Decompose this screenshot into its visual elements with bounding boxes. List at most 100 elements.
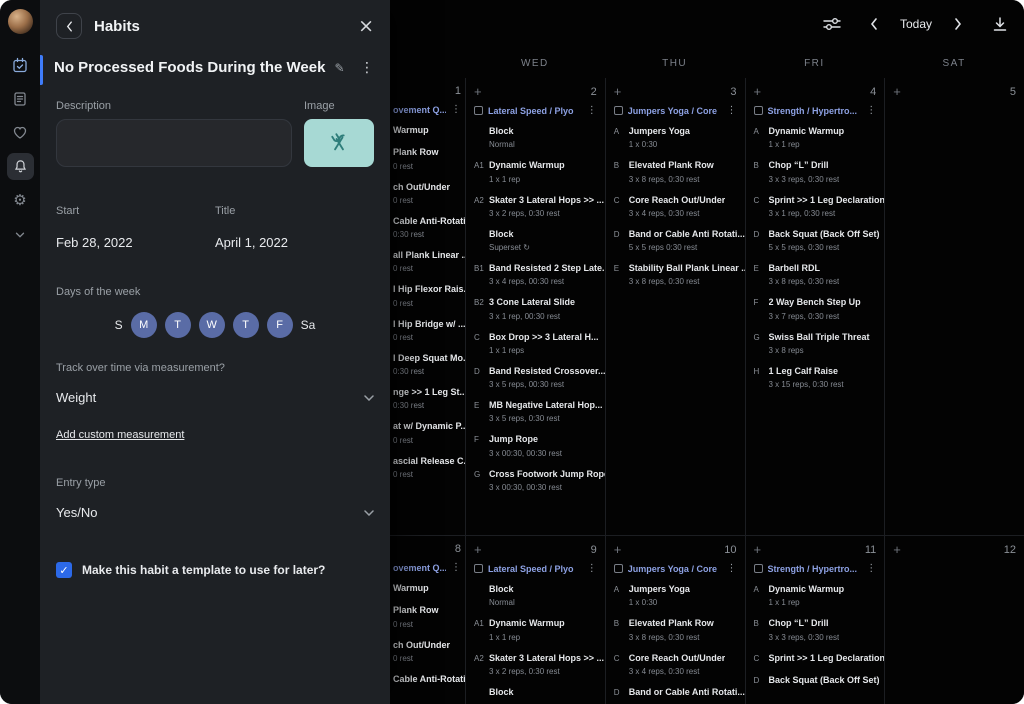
day-toggle-3[interactable]: W <box>199 312 225 338</box>
day-cell[interactable]: +12 <box>884 536 1024 704</box>
workout-title[interactable]: Jumpers Yoga / Core <box>628 106 722 116</box>
exercise-item[interactable]: A1Dynamic Warmup1 x 1 rep <box>474 160 597 183</box>
exercise-item[interactable]: CBox Drop >> 3 Lateral H...1 x 1 reps <box>474 332 597 355</box>
workout-menu-icon[interactable]: ⋮ <box>587 563 597 574</box>
workout-checkbox[interactable] <box>614 106 623 115</box>
add-workout-button[interactable]: + <box>893 85 901 98</box>
chevron-left-icon[interactable] <box>864 14 884 34</box>
day-toggle-4[interactable]: T <box>233 312 259 338</box>
exercise-item[interactable]: BChop “L” Drill3 x 3 reps, 0:30 rest <box>754 618 877 641</box>
document-icon[interactable] <box>7 85 34 112</box>
exercise-item[interactable]: DBack Squat (Back Off Set) <box>754 675 877 686</box>
workout-menu-icon[interactable]: ⋮ <box>587 105 597 116</box>
workout-checkbox[interactable] <box>474 106 483 115</box>
exercise-item[interactable]: Warmup <box>393 583 461 594</box>
close-icon[interactable]: × <box>358 17 374 36</box>
exercise-item[interactable]: EStability Ball Plank Linear ...3 x 8 re… <box>614 263 737 286</box>
exercise-item[interactable]: BlockNormal <box>474 126 597 149</box>
exercise-item[interactable]: CSprint >> 1 Leg Declarations <box>754 653 877 664</box>
exercise-item[interactable]: all Plank Linear ...0 rest <box>393 250 461 273</box>
exercise-item[interactable]: A2Skater 3 Lateral Hops >> ...3 x 2 reps… <box>474 653 597 676</box>
back-button[interactable] <box>56 13 82 39</box>
chevron-down-icon[interactable] <box>7 221 34 248</box>
exercise-item[interactable]: Cable Anti-Rotati... <box>393 674 461 685</box>
exercise-item[interactable]: l Deep Squat Mo...0:30 rest <box>393 353 461 376</box>
today-button[interactable]: Today <box>900 17 932 31</box>
add-workout-button[interactable]: + <box>754 85 762 98</box>
exercise-item[interactable]: BElevated Plank Row3 x 8 reps, 0:30 rest <box>614 618 737 641</box>
description-input[interactable] <box>56 119 292 167</box>
download-icon[interactable] <box>990 14 1010 34</box>
exercise-item[interactable]: EBarbell RDL3 x 8 reps, 0:30 rest <box>754 263 877 286</box>
exercise-item[interactable]: Plank Row0 rest <box>393 605 461 628</box>
filters-icon[interactable] <box>822 14 842 34</box>
day-cell[interactable]: 8ovement Q...⋮WarmupPlank Row0 restch Ou… <box>390 536 465 704</box>
add-workout-button[interactable]: + <box>614 543 622 556</box>
day-toggle-2[interactable]: T <box>165 312 191 338</box>
exercise-item[interactable]: GCross Footwork Jump Rope3 x 00:30, 00:3… <box>474 469 597 492</box>
exercise-item[interactable]: A2Skater 3 Lateral Hops >> ...3 x 2 reps… <box>474 195 597 218</box>
workout-menu-icon[interactable]: ⋮ <box>727 105 737 116</box>
add-workout-button[interactable]: + <box>754 543 762 556</box>
workout-checkbox[interactable] <box>754 106 763 115</box>
exercise-item[interactable]: CSprint >> 1 Leg Declarations3 x 1 rep, … <box>754 195 877 218</box>
exercise-item[interactable]: Plank Row0 rest <box>393 147 461 170</box>
exercise-item[interactable]: FJump Rope3 x 00:30, 00:30 rest <box>474 434 597 457</box>
exercise-item[interactable]: H1 Leg Calf Raise3 x 15 reps, 0:30 rest <box>754 366 877 389</box>
exercise-item[interactable]: Warmup <box>393 125 461 136</box>
day-cell[interactable]: 1ovement Q...⋮WarmupPlank Row0 restch Ou… <box>390 78 465 535</box>
exercise-item[interactable]: EMB Negative Lateral Hop...3 x 5 reps, 0… <box>474 400 597 423</box>
exercise-item[interactable]: BlockSuperset ↻ <box>474 229 597 252</box>
exercise-item[interactable]: DBand or Cable Anti Rotati...5 x 5 reps … <box>614 229 737 252</box>
exercise-item[interactable]: AJumpers Yoga1 x 0:30 <box>614 584 737 607</box>
day-cell[interactable]: +2Lateral Speed / Plyo⋮BlockNormalA1Dyna… <box>465 78 605 535</box>
exercise-item[interactable]: l Hip Bridge w/ ...0 rest <box>393 319 461 342</box>
entry-type-select[interactable]: Yes/No <box>56 505 374 520</box>
workout-title[interactable]: Strength / Hypertro... <box>768 564 862 574</box>
exercise-item[interactable]: ADynamic Warmup1 x 1 rep <box>754 126 877 149</box>
exercise-item[interactable]: nge >> 1 Leg St...0:30 rest <box>393 387 461 410</box>
exercise-item[interactable]: F2 Way Bench Step Up3 x 7 reps, 0:30 res… <box>754 297 877 320</box>
kebab-menu-icon[interactable]: ⋮ <box>360 60 374 76</box>
workout-checkbox[interactable] <box>474 564 483 573</box>
habit-image[interactable] <box>304 119 374 167</box>
workout-title[interactable]: Jumpers Yoga / Core <box>628 564 722 574</box>
exercise-item[interactable]: CCore Reach Out/Under3 x 4 reps, 0:30 re… <box>614 195 737 218</box>
template-checkbox[interactable]: ✓ <box>56 562 72 578</box>
chevron-right-icon[interactable] <box>948 14 968 34</box>
exercise-item[interactable]: ADynamic Warmup1 x 1 rep <box>754 584 877 607</box>
add-workout-button[interactable]: + <box>893 543 901 556</box>
exercise-item[interactable]: DBand Resisted Crossover...3 x 5 reps, 0… <box>474 366 597 389</box>
day-cell[interactable]: +10Jumpers Yoga / Core⋮AJumpers Yoga1 x … <box>605 536 745 704</box>
add-workout-button[interactable]: + <box>474 85 482 98</box>
measurement-select[interactable]: Weight <box>56 390 374 405</box>
day-toggle-5[interactable]: F <box>267 312 293 338</box>
calendar-icon[interactable] <box>7 51 34 78</box>
workout-title[interactable]: ovement Q... <box>393 563 446 573</box>
exercise-item[interactable]: Cable Anti-Rotati...0:30 rest <box>393 216 461 239</box>
add-custom-measurement-link[interactable]: Add custom measurement <box>56 429 184 441</box>
day-toggle-6[interactable]: Sa <box>301 318 316 332</box>
workout-title[interactable]: Lateral Speed / Plyo <box>488 106 582 116</box>
workout-menu-icon[interactable]: ⋮ <box>451 562 461 573</box>
start-date-field[interactable]: Start Feb 28, 2022 <box>56 201 215 250</box>
exercise-item[interactable]: DBand or Cable Anti Rotati... <box>614 687 737 698</box>
exercise-item[interactable]: l Hip Flexor Rais...0 rest <box>393 284 461 307</box>
day-cell[interactable]: +11Strength / Hypertro...⋮ADynamic Warmu… <box>745 536 885 704</box>
exercise-item[interactable]: DBack Squat (Back Off Set)5 x 5 reps, 0:… <box>754 229 877 252</box>
heart-hands-icon[interactable] <box>7 119 34 146</box>
exercise-item[interactable]: Block <box>474 687 597 698</box>
gear-icon[interactable]: ⚙ <box>7 187 34 214</box>
workout-title[interactable]: Strength / Hypertro... <box>768 106 862 116</box>
exercise-item[interactable]: ch Out/Under0 rest <box>393 182 461 205</box>
workout-checkbox[interactable] <box>754 564 763 573</box>
workout-menu-icon[interactable]: ⋮ <box>727 563 737 574</box>
exercise-item[interactable]: AJumpers Yoga1 x 0:30 <box>614 126 737 149</box>
day-cell[interactable]: +4Strength / Hypertro...⋮ADynamic Warmup… <box>745 78 885 535</box>
workout-checkbox[interactable] <box>614 564 623 573</box>
exercise-item[interactable]: GSwiss Ball Triple Threat3 x 8 reps <box>754 332 877 355</box>
workout-title[interactable]: Lateral Speed / Plyo <box>488 564 582 574</box>
exercise-item[interactable]: CCore Reach Out/Under3 x 4 reps, 0:30 re… <box>614 653 737 676</box>
exercise-item[interactable]: ascial Release C...0 rest <box>393 456 461 479</box>
exercise-item[interactable]: BlockNormal <box>474 584 597 607</box>
